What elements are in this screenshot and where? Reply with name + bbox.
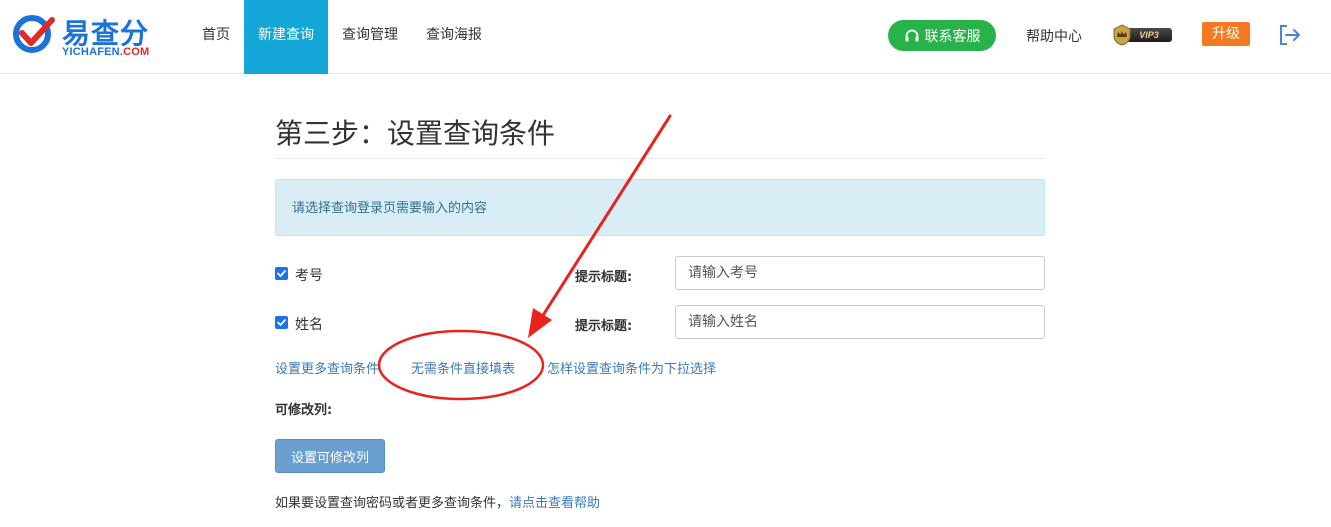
help-footnote: 如果要设置查询密码或者更多查询条件，请点击查看帮助 (275, 492, 600, 511)
headset-icon (905, 29, 918, 41)
nav-query-manage[interactable]: 查询管理 (328, 0, 412, 74)
main-nav: 首页 新建查询 查询管理 查询海报 (188, 0, 496, 74)
nav-query-poster[interactable]: 查询海报 (412, 0, 496, 74)
logo-check-icon (13, 15, 55, 53)
crown-shield-icon (1113, 24, 1131, 46)
no-conditions-link[interactable]: 无需条件直接填表 (411, 358, 515, 377)
exam-number-prompt-input[interactable] (675, 256, 1045, 290)
view-help-link[interactable]: 请点击查看帮助 (509, 496, 600, 511)
name-label: 姓名 (295, 317, 323, 333)
prompt-title-label: 提示标题: (575, 319, 633, 334)
name-checkbox[interactable] (275, 316, 288, 329)
nav-home[interactable]: 首页 (188, 0, 244, 74)
dropdown-howto-link[interactable]: 怎样设置查询条件为下拉选择 (547, 358, 716, 377)
top-header: 易查分 YICHAFEN.COM 首页 新建查询 查询管理 查询海报 联系客服 … (0, 0, 1331, 74)
info-alert: 请选择查询登录页需要输入的内容 (275, 179, 1045, 236)
vip-level-label: VIP3 (1126, 28, 1172, 42)
vip-badge[interactable]: VIP3 (1112, 24, 1172, 46)
exam-number-label: 考号 (295, 268, 323, 284)
more-conditions-link[interactable]: 设置更多查询条件 (275, 358, 379, 377)
footnote-text: 如果要设置查询密码或者更多查询条件， (275, 496, 510, 511)
title-divider (275, 158, 1045, 159)
logout-icon[interactable] (1278, 24, 1302, 46)
condition-row-name: 姓名 提示标题: (275, 305, 1045, 339)
contact-service-button[interactable]: 联系客服 (888, 20, 996, 51)
contact-service-label: 联系客服 (924, 28, 981, 45)
logo-subtext: YICHAFEN.COM (62, 46, 150, 58)
editable-columns-label: 可修改列: (275, 403, 333, 418)
prompt-title-label: 提示标题: (575, 270, 633, 285)
condition-row-exam-number: 考号 提示标题: (275, 256, 1045, 290)
nav-new-query[interactable]: 新建查询 (244, 0, 328, 74)
help-center-link[interactable]: 帮助中心 (1026, 26, 1082, 46)
exam-number-checkbox[interactable] (275, 267, 288, 280)
check-icon (277, 270, 286, 277)
upgrade-button[interactable]: 升级 (1202, 22, 1250, 46)
set-editable-columns-button[interactable]: 设置可修改列 (275, 439, 385, 473)
name-prompt-input[interactable] (675, 305, 1045, 339)
page-title: 第三步：设置查询条件 (275, 117, 556, 150)
check-icon (277, 319, 286, 326)
logo[interactable]: 易查分 YICHAFEN.COM (12, 10, 162, 60)
